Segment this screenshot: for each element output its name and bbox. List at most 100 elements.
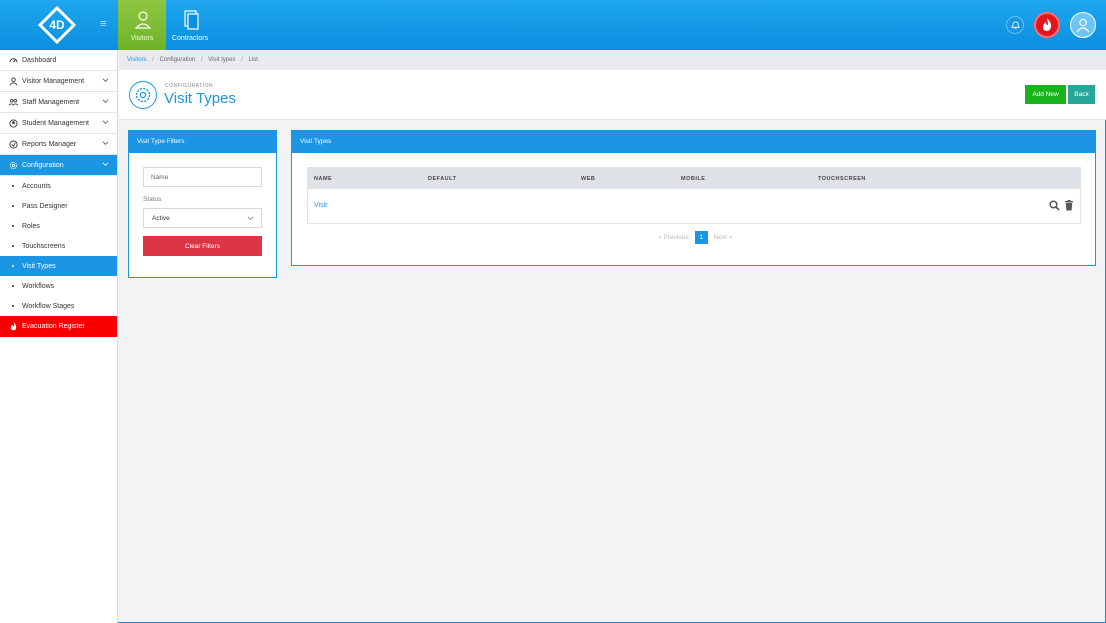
sidebar-item-label: Student Management — [22, 119, 89, 127]
filters-panel-title: Visit Type Filters — [129, 131, 276, 153]
column-header-name[interactable]: NAME — [314, 176, 332, 182]
tab-visitors[interactable]: Visitors — [118, 0, 166, 50]
add-new-button[interactable]: Add New — [1025, 85, 1066, 104]
sidebar-item-label: Evacuation Register — [22, 323, 85, 330]
breadcrumb-item-current: List — [248, 57, 258, 63]
sidebar-subitem-accounts[interactable]: Accounts — [0, 176, 117, 196]
column-header-mobile[interactable]: MOBILE — [681, 176, 705, 182]
column-header-default[interactable]: DEFAULT — [428, 176, 456, 182]
sidebar-item-student-management[interactable]: Student Management — [0, 113, 117, 134]
sidebar-subitem-touchscreens[interactable]: Touchscreens — [0, 236, 117, 256]
page-title: Visit Types — [164, 90, 236, 107]
bullet-icon — [12, 205, 14, 207]
sidebar: Dashboard Visitor Management Staff Manag… — [0, 50, 118, 623]
visit-types-panel: Visit Types NAME DEFAULT WEB MOBILE TOUC… — [291, 130, 1096, 266]
tab-contractors[interactable]: Contractors — [166, 0, 214, 50]
chevron-down-icon — [102, 162, 109, 166]
staff-icon — [9, 98, 18, 106]
logo[interactable]: 4D — [38, 6, 76, 44]
notifications-button[interactable] — [1006, 16, 1024, 34]
bullet-icon — [12, 265, 14, 267]
top-nav: Visitors Contractors — [118, 0, 214, 50]
page-icon — [129, 81, 157, 109]
gear-icon — [9, 161, 18, 169]
status-select-value: Active — [152, 215, 170, 222]
menu-toggle-icon[interactable]: ≡ — [100, 19, 110, 30]
pagination-next-label: Next — [713, 234, 728, 241]
sidebar-subitem-pass-designer[interactable]: Pass Designer — [0, 196, 117, 216]
back-button[interactable]: Back — [1068, 85, 1095, 104]
breadcrumb: Visitors / Configuration / Visit types /… — [119, 50, 1106, 70]
chevron-down-icon — [102, 99, 109, 103]
student-icon — [9, 118, 18, 128]
sidebar-item-label: Configuration — [22, 161, 64, 169]
sidebar-subitem-label: Workflows — [22, 282, 55, 290]
sidebar-subitem-label: Roles — [22, 222, 40, 230]
row-actions — [1049, 200, 1074, 211]
breadcrumb-separator: / — [200, 57, 203, 63]
bell-icon — [1010, 20, 1020, 29]
top-bar: 4D ≡ Visitors Contractors — [0, 0, 1106, 50]
pagination-previous[interactable]: « Previous — [658, 234, 689, 241]
trash-icon[interactable] — [1064, 200, 1074, 211]
status-label: Status — [143, 196, 162, 203]
user-icon — [9, 76, 18, 85]
bullet-icon — [12, 225, 14, 227]
user-avatar[interactable] — [1070, 12, 1096, 38]
sidebar-subitem-workflows[interactable]: Workflows — [0, 276, 117, 296]
pagination-next[interactable]: Next » — [714, 234, 733, 241]
sidebar-item-evacuation-register[interactable]: Evacuation Register — [0, 316, 117, 337]
column-header-touchscreen[interactable]: TOUCHSCREEN — [818, 176, 866, 182]
page-header: CONFIGURATION Visit Types Add New Back — [119, 70, 1106, 120]
flame-icon — [1043, 18, 1052, 31]
bullet-icon — [12, 305, 14, 307]
clear-filters-button[interactable]: Clear Filters — [143, 236, 262, 256]
chevron-down-icon — [102, 78, 109, 82]
breadcrumb-separator: / — [152, 57, 154, 63]
sidebar-item-label: Visitor Management — [22, 77, 85, 85]
sidebar-subitem-label: Touchscreens — [22, 242, 66, 250]
sidebar-subitem-label: Pass Designer — [22, 202, 68, 210]
breadcrumb-item[interactable]: Visit types — [208, 57, 235, 63]
sidebar-subitem-visit-types[interactable]: Visit Types — [0, 256, 117, 276]
bullet-icon — [12, 245, 14, 247]
breadcrumb-item[interactable]: Configuration — [160, 57, 196, 63]
column-header-web[interactable]: WEB — [581, 176, 595, 182]
contractors-icon — [184, 10, 199, 30]
bullet-icon — [12, 285, 14, 287]
bullet-icon — [12, 185, 14, 187]
tab-contractors-label: Contractors — [171, 35, 209, 42]
sidebar-item-visitor-management[interactable]: Visitor Management — [0, 71, 117, 92]
page-kicker: CONFIGURATION — [165, 83, 214, 89]
sidebar-subitem-roles[interactable]: Roles — [0, 216, 117, 236]
visit-types-panel-title: Visit Types — [292, 131, 1095, 153]
visit-type-name-link[interactable]: Visit — [314, 202, 327, 209]
pagination-page-current[interactable]: 1 — [694, 231, 708, 244]
sidebar-item-dashboard[interactable]: Dashboard — [0, 50, 117, 71]
sidebar-item-label: Reports Manager — [22, 140, 77, 148]
user-avatar-icon — [1076, 18, 1090, 33]
pagination: « Previous 1 Next » — [658, 231, 733, 244]
chevron-down-icon — [247, 216, 254, 220]
visitor-icon — [134, 11, 152, 29]
sidebar-item-configuration[interactable]: Configuration — [0, 155, 117, 176]
breadcrumb-link-visitors[interactable]: Visitors — [127, 57, 147, 63]
gear-icon — [135, 87, 151, 103]
visit-types-table: NAME DEFAULT WEB MOBILE TOUCHSCREEN Visi… — [307, 167, 1081, 224]
sidebar-item-label: Staff Management — [22, 98, 80, 106]
status-select[interactable]: Active — [143, 208, 262, 228]
table-header: NAME DEFAULT WEB MOBILE TOUCHSCREEN — [308, 168, 1080, 189]
sidebar-subitem-label: Visit Types — [22, 262, 56, 270]
pagination-previous-label: Previous — [663, 234, 689, 241]
sidebar-item-reports-manager[interactable]: Reports Manager — [0, 134, 117, 155]
sidebar-item-staff-management[interactable]: Staff Management — [0, 92, 117, 113]
name-filter-input[interactable]: Name — [143, 167, 262, 187]
flame-icon — [10, 322, 17, 331]
dashboard-icon — [9, 57, 18, 63]
table-row: Visit — [308, 189, 1080, 223]
search-icon[interactable] — [1049, 200, 1060, 211]
evacuation-button[interactable] — [1034, 12, 1060, 38]
sidebar-subitem-workflow-stages[interactable]: Workflow Stages — [0, 296, 117, 316]
sidebar-item-label: Dashboard — [22, 56, 57, 64]
tab-visitors-label: Visitors — [130, 35, 154, 42]
